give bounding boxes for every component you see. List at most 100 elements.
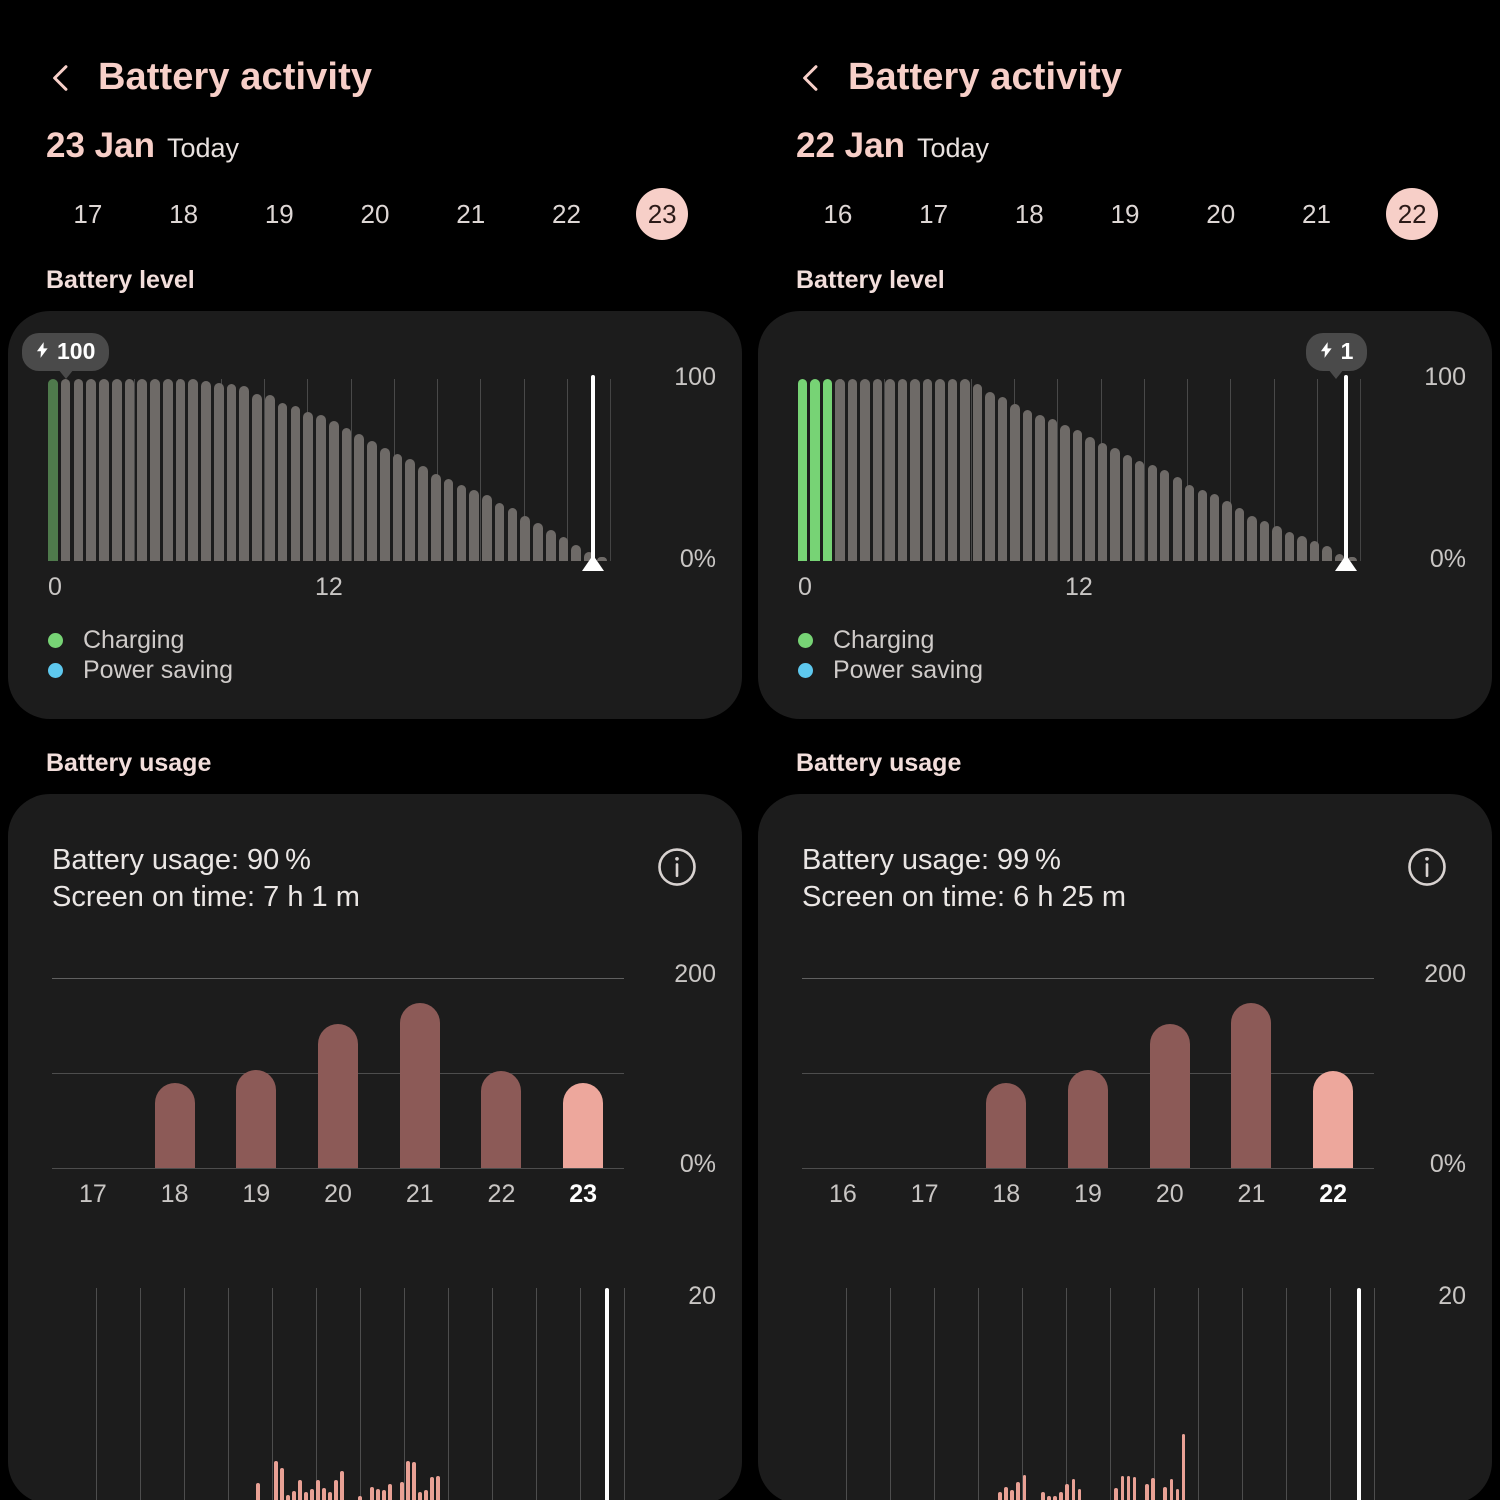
hourly-activity-bar: [280, 1468, 284, 1500]
day-selector-item-20[interactable]: 20: [327, 188, 423, 240]
day-selector-item-17[interactable]: 17: [40, 188, 136, 240]
hourly-activity-bar: [1121, 1476, 1125, 1500]
day-selector-item-16[interactable]: 16: [790, 188, 886, 240]
daily-usage-x-label[interactable]: 19: [1047, 1180, 1129, 1209]
daily-usage-column: [884, 978, 966, 1168]
daily-usage-x-labels: 17181920212223: [52, 1180, 624, 1209]
daily-usage-x-label[interactable]: 21: [379, 1180, 461, 1209]
battery-level-bar: [1272, 526, 1281, 561]
chevron-left-icon[interactable]: [794, 61, 828, 95]
legend-item: Power saving: [48, 655, 233, 685]
day-selector-item-18[interactable]: 18: [136, 188, 232, 240]
date-relative-label: Today: [167, 133, 239, 164]
legend-label: Charging: [83, 626, 184, 655]
charging-bolt-icon: [1317, 339, 1336, 365]
battery-level-bar: [1210, 494, 1219, 561]
day-selector-item-21[interactable]: 21: [1269, 188, 1365, 240]
battery-level-bar: [150, 379, 160, 561]
axis-end-tick: [1360, 379, 1361, 561]
battery-level-bar: [898, 379, 907, 561]
info-circle-icon[interactable]: [1406, 846, 1448, 888]
daily-usage-x-label[interactable]: 17: [884, 1180, 966, 1209]
battery-level-bar: [239, 386, 249, 561]
daily-usage-x-label[interactable]: 22: [461, 1180, 543, 1209]
battery-usage-percent: Battery usage: 90 %: [52, 842, 360, 879]
hourly-activity-bar: [1023, 1475, 1027, 1500]
battery-activity-panel: Battery activity23 JanToday1718192021222…: [0, 0, 750, 1500]
battery-level-axis-min: 0%: [680, 545, 716, 574]
chevron-left-icon[interactable]: [44, 61, 78, 95]
daily-usage-column: [379, 978, 461, 1168]
day-selector-item-19[interactable]: 19: [231, 188, 327, 240]
current-time-marker: [1357, 1288, 1361, 1500]
hourly-activity-chart: 20: [758, 1274, 1492, 1500]
day-selector-item-19[interactable]: 19: [1077, 188, 1173, 240]
battery-level-bar: [291, 406, 301, 561]
hourly-activity-bar: [1078, 1489, 1082, 1500]
battery-level-bar: [1148, 465, 1157, 561]
day-selector-item-22[interactable]: 22: [1364, 188, 1460, 240]
daily-usage-x-label[interactable]: 20: [1129, 1180, 1211, 1209]
day-selector-item-21[interactable]: 21: [423, 188, 519, 240]
battery-level-bar: [74, 379, 84, 561]
day-selector-label: 21: [456, 199, 485, 229]
battery-level-bar: [1198, 490, 1207, 561]
day-selector-item-20[interactable]: 20: [1173, 188, 1269, 240]
hourly-activity-plot: [52, 1288, 624, 1500]
battery-level-bar: [265, 395, 275, 561]
battery-level-x-start: 0: [798, 573, 812, 602]
legend-item: Charging: [48, 625, 233, 655]
daily-usage-x-label[interactable]: 20: [297, 1180, 379, 1209]
daily-usage-x-label[interactable]: 19: [215, 1180, 297, 1209]
daily-usage-x-label[interactable]: 17: [52, 1180, 134, 1209]
daily-usage-y-min: 0%: [1430, 1150, 1466, 1179]
battery-level-bar: [380, 448, 390, 561]
hourly-activity-chart: 20: [8, 1274, 742, 1500]
day-selector-item-23[interactable]: 23: [614, 188, 710, 240]
day-selector-selected: 22: [1386, 188, 1438, 240]
hourly-activity-bar: [1114, 1488, 1118, 1500]
battery-level-bar: [405, 459, 415, 561]
day-selector-item-18[interactable]: 18: [981, 188, 1077, 240]
hourly-activity-bar: [1133, 1477, 1137, 1500]
battery-level-bar: [99, 379, 109, 561]
info-circle-icon[interactable]: [656, 846, 698, 888]
battery-level-bar: [873, 379, 882, 561]
day-selector-label: 16: [823, 199, 852, 229]
hourly-activity-bar: [1016, 1482, 1020, 1500]
battery-activity-panel: Battery activity22 JanToday1617181920212…: [750, 0, 1500, 1500]
daily-usage-x-label[interactable]: 18: [965, 1180, 1047, 1209]
battery-level-bar: [1085, 437, 1094, 561]
hourly-activity-bar: [1127, 1476, 1131, 1500]
battery-level-bar: [1135, 461, 1144, 561]
daily-usage-x-label[interactable]: 22: [1292, 1180, 1374, 1209]
battery-level-bar: [1048, 419, 1057, 561]
battery-level-badge: 100: [22, 333, 109, 371]
battery-level-bar: [1098, 443, 1107, 561]
battery-level-bar: [798, 379, 807, 561]
battery-level-bar: [227, 384, 237, 561]
hourly-activity-bar: [412, 1462, 416, 1500]
day-selector-label: 18: [1015, 199, 1044, 229]
daily-usage-x-label[interactable]: 23: [542, 1180, 624, 1209]
daily-usage-x-label[interactable]: 16: [802, 1180, 884, 1209]
daily-usage-column: [134, 978, 216, 1168]
battery-level-bar: [188, 379, 198, 561]
app-header: Battery activity: [0, 0, 750, 100]
daily-usage-bar: [236, 1070, 276, 1168]
battery-level-bar: [848, 379, 857, 561]
hourly-activity-bar: [998, 1492, 1002, 1500]
battery-level-x-mid: 12: [1065, 573, 1093, 602]
day-selector-item-17[interactable]: 17: [886, 188, 982, 240]
charging-dot-icon: [48, 633, 63, 648]
hourly-activity-bar: [322, 1488, 326, 1500]
battery-level-x-mid: 12: [315, 573, 343, 602]
day-selector-item-22[interactable]: 22: [519, 188, 615, 240]
power-saving-dot-icon: [48, 663, 63, 678]
daily-usage-bar: [1068, 1070, 1108, 1168]
daily-usage-x-label[interactable]: 21: [1211, 1180, 1293, 1209]
daily-usage-column: [1211, 978, 1293, 1168]
battery-level-bars: [48, 379, 610, 561]
daily-usage-x-label[interactable]: 18: [134, 1180, 216, 1209]
day-selector-label: 20: [1206, 199, 1235, 229]
